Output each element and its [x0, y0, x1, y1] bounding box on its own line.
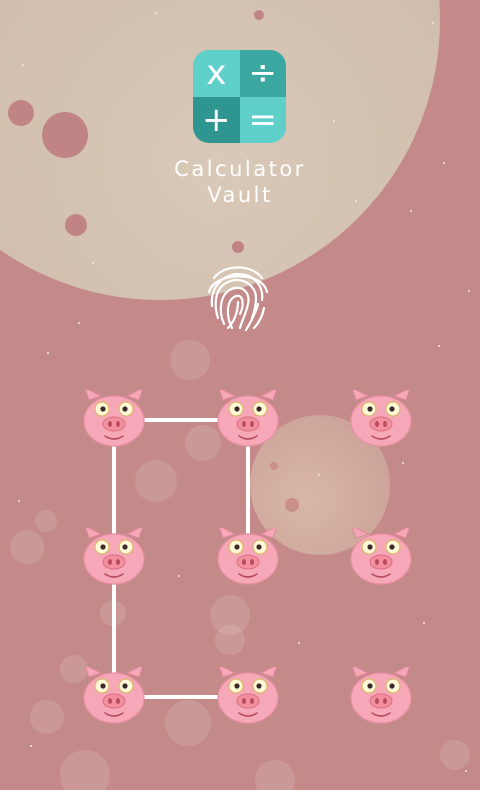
pig-face-icon: [350, 387, 412, 447]
pig-face-icon: [83, 664, 145, 724]
pattern-node-4[interactable]: [81, 525, 147, 588]
pattern-node-1[interactable]: [81, 387, 147, 450]
pattern-node-6[interactable]: [348, 525, 414, 588]
pig-face-icon: [350, 525, 412, 585]
pattern-node-7[interactable]: [81, 664, 147, 727]
lock-screen: x ÷ + = Calculator Vault: [0, 0, 480, 790]
pig-face-icon: [217, 525, 279, 585]
pig-face-icon: [350, 664, 412, 724]
pig-face-icon: [217, 664, 279, 724]
pig-face-icon: [83, 387, 145, 447]
pattern-node-8[interactable]: [215, 664, 281, 727]
pattern-node-5[interactable]: [215, 525, 281, 588]
pig-face-icon: [217, 387, 279, 447]
pattern-node-2[interactable]: [215, 387, 281, 450]
pig-face-icon: [83, 525, 145, 585]
pattern-node-3[interactable]: [348, 387, 414, 450]
pattern-node-9[interactable]: [348, 664, 414, 727]
